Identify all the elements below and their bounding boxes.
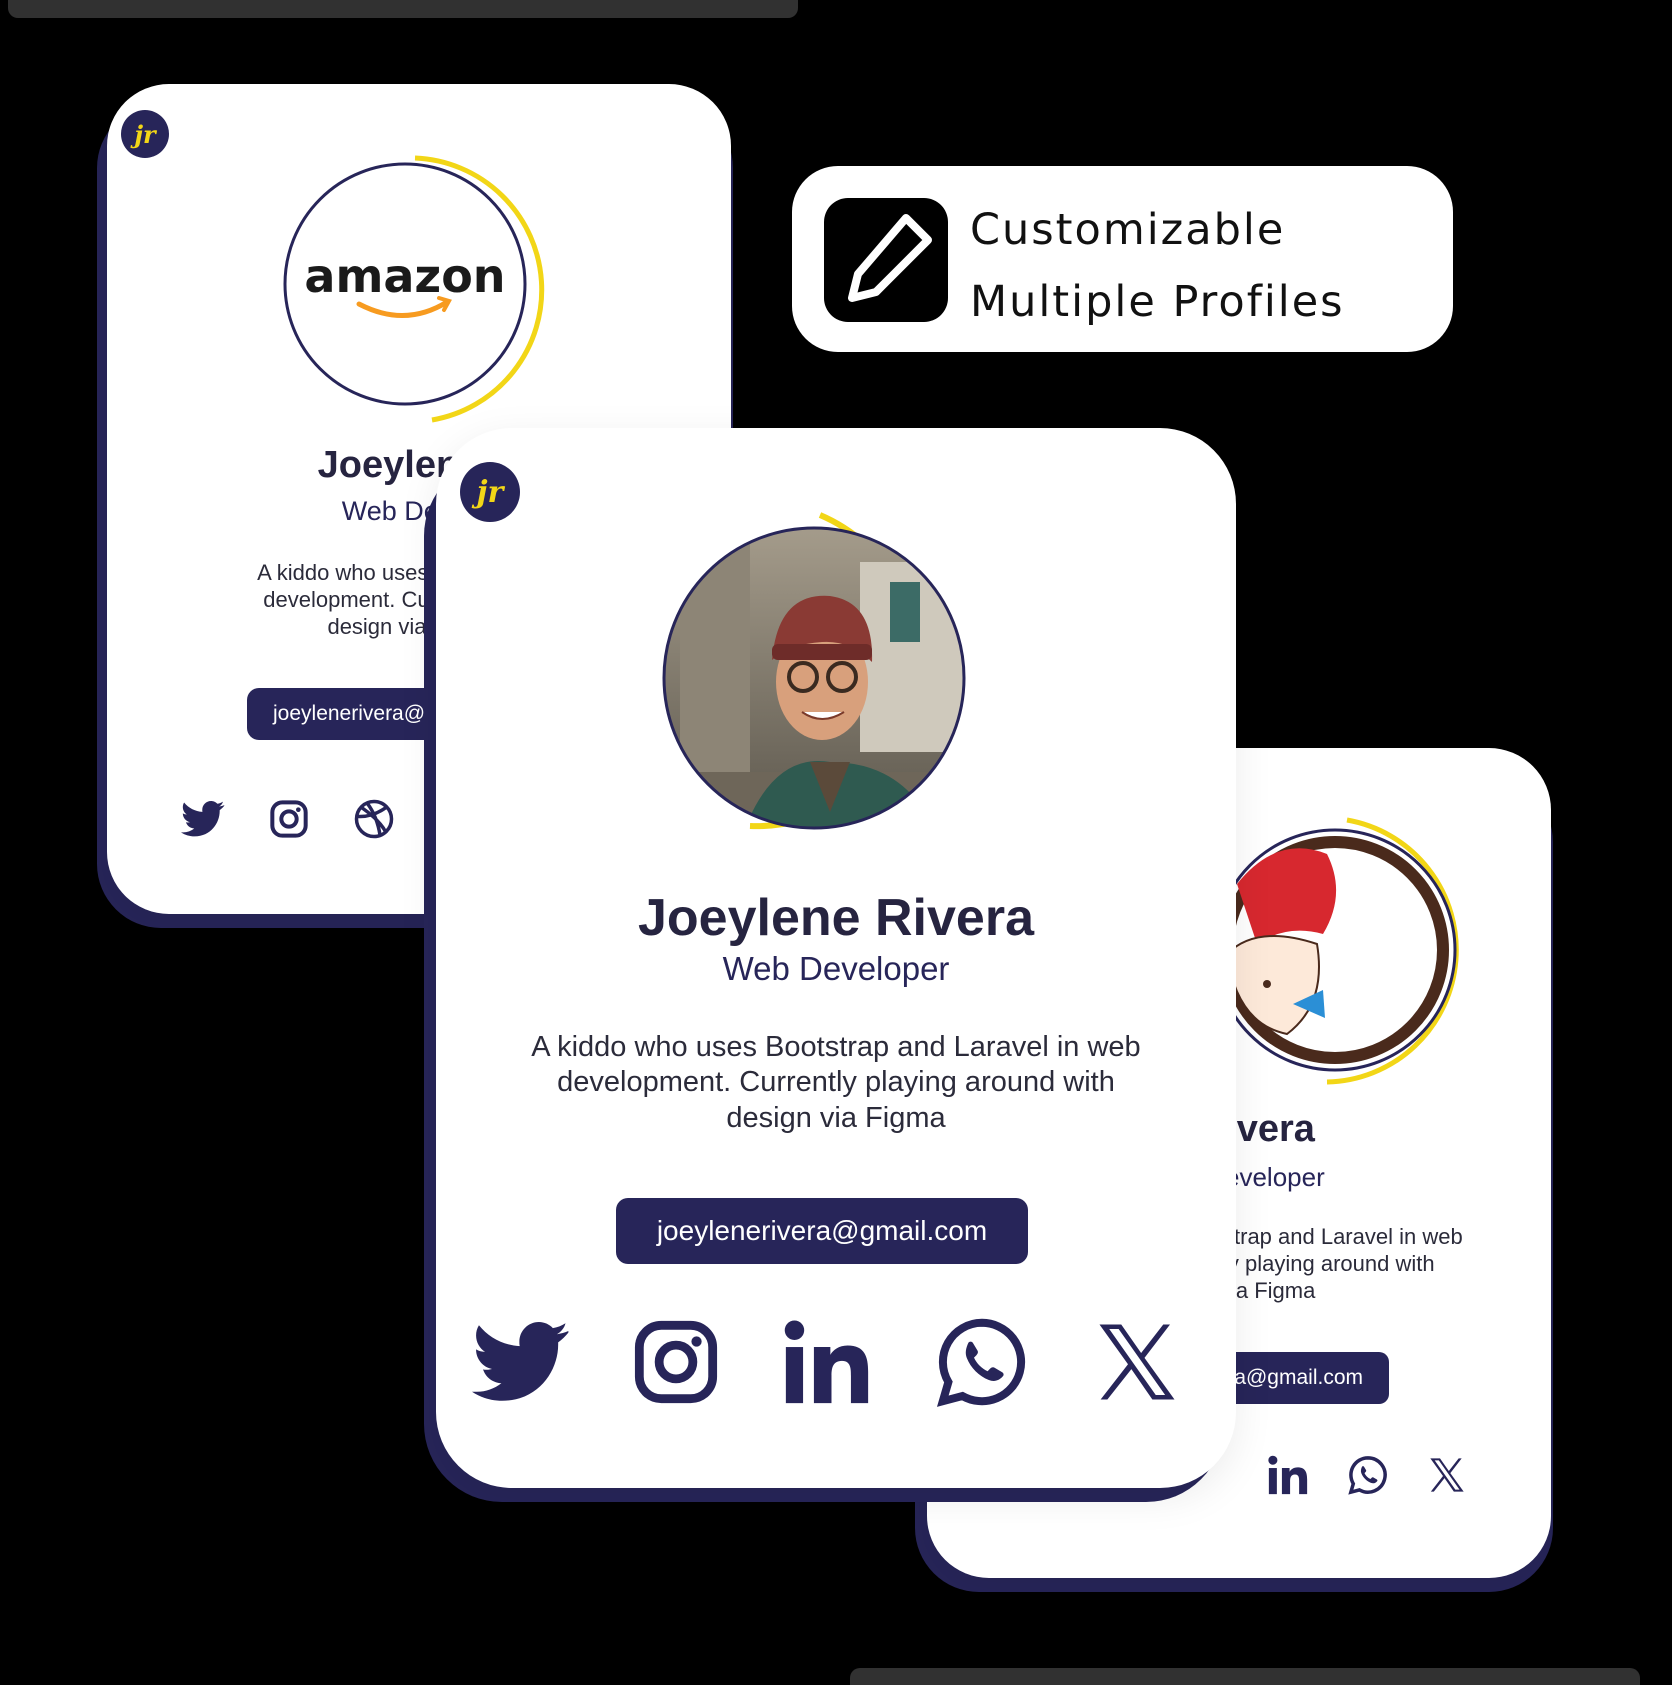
- edit-pencil-icon: [824, 198, 948, 322]
- email-button[interactable]: joeylenerivera@gmail.com: [616, 1198, 1028, 1264]
- wendys-avatar: [1213, 817, 1459, 1085]
- linkedin-icon[interactable]: [1267, 1455, 1309, 1495]
- profile-name: Joeylene Rivera: [637, 889, 1035, 947]
- amazon-avatar: amazon: [283, 155, 545, 423]
- twitter-icon[interactable]: [472, 1321, 570, 1403]
- profile-card-person[interactable]: jr Joeylene Rivera Web Developer A kiddo…: [424, 428, 1237, 1504]
- whatsapp-icon[interactable]: [1347, 1454, 1389, 1496]
- social-links: [1267, 1454, 1467, 1496]
- instagram-icon[interactable]: [632, 1318, 720, 1406]
- jr-logo-badge: jr: [460, 462, 520, 522]
- profile-bio: strap and Laravel in web ly playing arou…: [1223, 1224, 1463, 1303]
- feature-line-customizable: Customizable: [970, 205, 1286, 255]
- social-links: [472, 1314, 1182, 1410]
- amazon-wordmark: amazon: [304, 249, 505, 303]
- twitter-icon[interactable]: [181, 800, 225, 838]
- background-frame-top: [8, 0, 798, 18]
- background-frame-bottom: [850, 1668, 1640, 1685]
- feature-text: Customizable Multiple Profiles: [970, 194, 1345, 338]
- profile-bio: A kiddo who uses Bootstrap and Laravel i…: [531, 1031, 1141, 1134]
- linkedin-icon[interactable]: [782, 1319, 872, 1405]
- feature-line-multiple-profiles: Multiple Profiles: [970, 277, 1345, 327]
- social-links: [181, 798, 395, 840]
- jr-logo-badge: jr: [121, 110, 169, 158]
- person-avatar: [662, 512, 966, 830]
- whatsapp-icon[interactable]: [934, 1314, 1030, 1410]
- profile-role: eveloper: [1225, 1162, 1325, 1192]
- x-icon[interactable]: [1427, 1455, 1467, 1495]
- dribbble-icon[interactable]: [353, 798, 395, 840]
- feature-callout: Customizable Multiple Profiles: [792, 166, 1453, 352]
- instagram-icon[interactable]: [269, 799, 309, 839]
- profile-role: Web Developer: [722, 950, 950, 987]
- x-icon[interactable]: [1092, 1317, 1182, 1407]
